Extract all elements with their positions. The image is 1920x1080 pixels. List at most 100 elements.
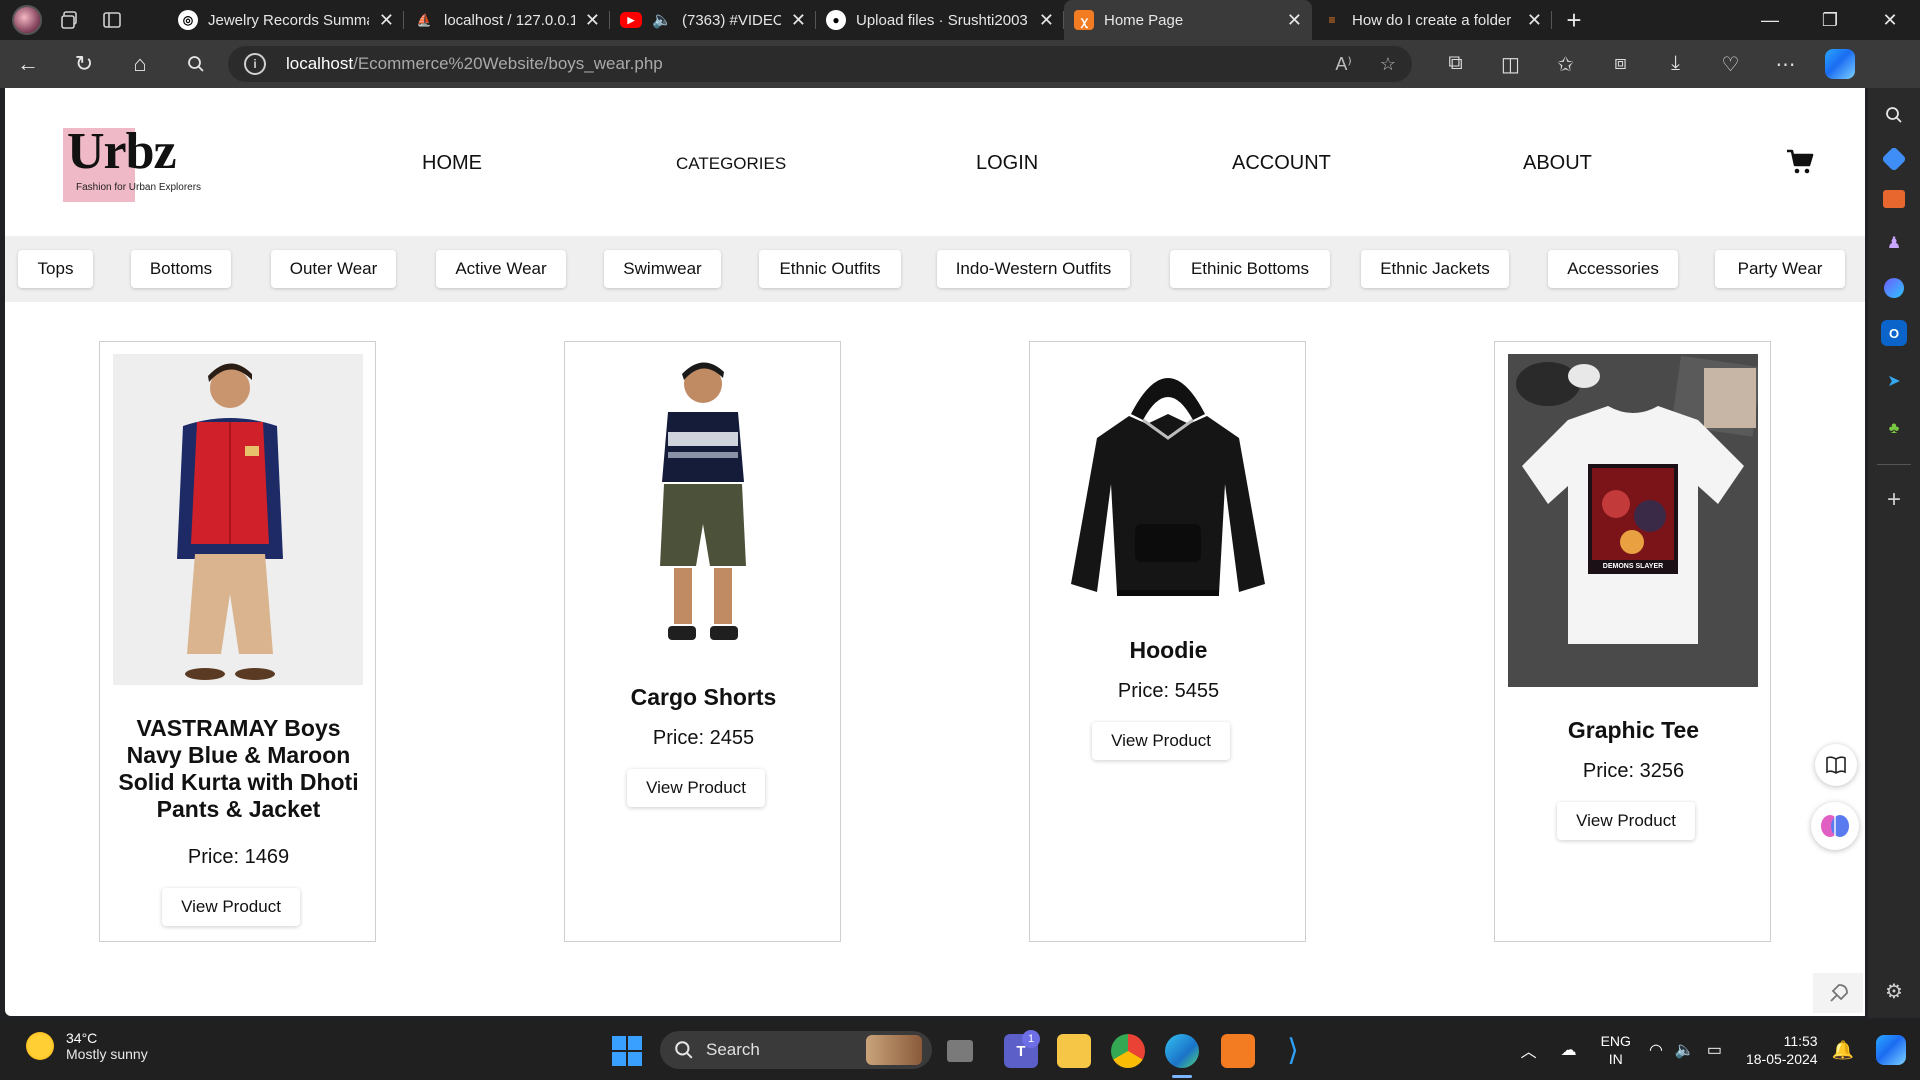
shopping-tag-icon[interactable]	[1881, 146, 1907, 172]
search-icon[interactable]	[168, 40, 224, 88]
favorite-star-icon[interactable]: ☆	[1380, 54, 1396, 75]
tab-chatgpt[interactable]: ◎ Jewelry Records Summar ✕	[168, 0, 404, 40]
tools-briefcase-icon[interactable]	[1883, 190, 1905, 208]
home-icon[interactable]: ⌂	[112, 40, 168, 88]
product-image-hoodie[interactable]	[1043, 354, 1293, 609]
close-icon[interactable]: ✕	[1287, 10, 1302, 31]
more-menu-icon[interactable]: ⋯	[1758, 52, 1813, 77]
site-info-icon[interactable]: i	[244, 53, 266, 75]
new-tab-icon[interactable]: +	[1552, 5, 1596, 36]
category-bottoms[interactable]: Bottoms	[131, 250, 231, 288]
youtube-icon: ▶	[620, 12, 642, 28]
product-image-cargo-shorts[interactable]	[578, 354, 828, 654]
copilot-taskbar-icon[interactable]	[1876, 1035, 1906, 1065]
extensions-icon[interactable]: ⧉	[1428, 52, 1483, 77]
refresh-icon[interactable]: ↻	[56, 40, 112, 88]
weather-widget[interactable]: 34°C Mostly sunny	[26, 1030, 148, 1062]
tab-github[interactable]: ● Upload files · Srushti2003 ✕	[816, 0, 1064, 40]
browser-tab-bar: ◎ Jewelry Records Summar ✕ ⛵ localhost /…	[0, 0, 1920, 40]
minimize-icon[interactable]: —	[1740, 10, 1800, 31]
chrome-icon[interactable]	[1111, 1034, 1145, 1068]
immersive-reader-icon[interactable]	[1815, 744, 1857, 786]
url-host: localhost	[286, 54, 354, 73]
onedrive-icon[interactable]: ☁	[1561, 1040, 1577, 1060]
tab-youtube[interactable]: ▶ 🔈 (7363) #VIDEO - Ma ✕	[610, 0, 816, 40]
tab-phpmyadmin[interactable]: ⛵ localhost / 127.0.0.1 / urb ✕	[404, 0, 610, 40]
category-party-wear[interactable]: Party Wear	[1715, 250, 1845, 288]
window-close-icon[interactable]: ✕	[1860, 10, 1920, 31]
close-icon[interactable]: ✕	[791, 10, 806, 31]
category-accessories[interactable]: Accessories	[1548, 250, 1678, 288]
language-indicator[interactable]: ENG IN	[1601, 1032, 1631, 1068]
vscode-icon[interactable]: ⟩	[1276, 1034, 1310, 1068]
nav-home[interactable]: HOME	[422, 152, 482, 175]
performance-icon[interactable]: ♡	[1703, 52, 1758, 77]
speaker-icon[interactable]: 🔈	[652, 10, 672, 30]
split-screen-icon[interactable]: ◫	[1483, 52, 1538, 77]
sidebar-search-icon[interactable]	[1881, 102, 1907, 128]
close-icon[interactable]: ✕	[585, 10, 600, 31]
cart-icon[interactable]	[1785, 146, 1815, 176]
workspaces-icon[interactable]	[56, 6, 84, 34]
tree-icon[interactable]: ♣	[1881, 416, 1907, 442]
tab-actions-icon[interactable]	[98, 6, 126, 34]
url-field[interactable]: i localhost/Ecommerce%20Website/boys_wea…	[228, 46, 1412, 82]
edge-sidebar: ♟ O ➤ ♣ + ⚙	[1868, 88, 1920, 1018]
taskbar-search[interactable]: Search	[660, 1031, 932, 1069]
favorites-icon[interactable]: ✩	[1538, 52, 1593, 77]
outlook-icon[interactable]: O	[1881, 320, 1907, 346]
copilot-icon[interactable]	[1825, 49, 1855, 79]
battery-icon[interactable]: ▭	[1707, 1040, 1722, 1060]
category-active-wear[interactable]: Active Wear	[436, 250, 566, 288]
product-price: Price: 2455	[652, 727, 755, 749]
copilot-sidebar-icon[interactable]	[1884, 278, 1904, 298]
nav-account[interactable]: ACCOUNT	[1232, 152, 1331, 175]
close-icon[interactable]: ✕	[1039, 10, 1054, 31]
close-icon[interactable]: ✕	[379, 10, 394, 31]
volume-icon[interactable]: 🔈	[1675, 1040, 1695, 1060]
xampp-taskbar-icon[interactable]	[1221, 1034, 1255, 1068]
category-indo-western-outfits[interactable]: Indo-Western Outfits	[937, 250, 1130, 288]
notification-bell-icon[interactable]: 🔔	[1832, 1040, 1854, 1061]
downloads-icon[interactable]: ⤓	[1648, 52, 1703, 77]
edge-icon[interactable]	[1165, 1034, 1199, 1068]
close-icon[interactable]: ✕	[1527, 10, 1542, 31]
category-swimwear[interactable]: Swimwear	[604, 250, 721, 288]
read-aloud-icon[interactable]: A⁾	[1335, 54, 1351, 75]
windows-start-icon[interactable]	[612, 1036, 642, 1066]
collections-icon[interactable]: ⧈	[1593, 52, 1648, 77]
view-product-button[interactable]: View Product	[627, 769, 765, 807]
view-product-button[interactable]: View Product	[1092, 722, 1230, 760]
send-icon[interactable]: ➤	[1881, 368, 1907, 394]
nav-categories[interactable]: CATEGORIES	[676, 154, 786, 174]
product-image-graphic-tee[interactable]: DEMONS SLAYER	[1508, 354, 1758, 687]
rocket-icon[interactable]	[1825, 981, 1851, 1007]
category-ethnic-outfits[interactable]: Ethnic Outfits	[759, 250, 901, 288]
category-ethinic-bottoms[interactable]: Ethinic Bottoms	[1170, 250, 1330, 288]
task-view-icon[interactable]	[947, 1040, 973, 1062]
product-image-kurta[interactable]	[113, 354, 363, 685]
stackoverflow-icon: ≡	[1328, 13, 1336, 27]
back-icon[interactable]: ←	[0, 40, 56, 88]
product-price: Price: 5455	[1117, 680, 1220, 702]
nav-login[interactable]: LOGIN	[976, 152, 1038, 175]
wifi-icon[interactable]: ◠	[1649, 1040, 1663, 1060]
tab-home-page[interactable]: ꭓ Home Page ✕	[1064, 0, 1312, 40]
tab-stackoverflow[interactable]: ≡ How do I create a folder ✕	[1312, 0, 1552, 40]
clock[interactable]: 11:53 18-05-2024	[1746, 1032, 1818, 1068]
restore-icon[interactable]: ❐	[1800, 10, 1860, 31]
category-ethnic-jackets[interactable]: Ethnic Jackets	[1361, 250, 1509, 288]
copilot-brain-icon[interactable]	[1811, 802, 1859, 850]
view-product-button[interactable]: View Product	[1557, 802, 1695, 840]
games-icon[interactable]: ♟	[1881, 230, 1907, 256]
tab-title: Upload files · Srushti2003	[856, 11, 1028, 29]
profile-avatar[interactable]	[12, 5, 42, 35]
add-sidebar-icon[interactable]: +	[1881, 486, 1907, 513]
show-hidden-icons[interactable]: ︿	[1521, 1038, 1537, 1062]
category-outer-wear[interactable]: Outer Wear	[271, 250, 396, 288]
file-explorer-icon[interactable]	[1057, 1034, 1091, 1068]
category-tops[interactable]: Tops	[18, 250, 93, 288]
nav-about[interactable]: ABOUT	[1523, 152, 1592, 175]
view-product-button[interactable]: View Product	[162, 888, 300, 926]
sidebar-settings-icon[interactable]: ⚙	[1881, 978, 1907, 1004]
